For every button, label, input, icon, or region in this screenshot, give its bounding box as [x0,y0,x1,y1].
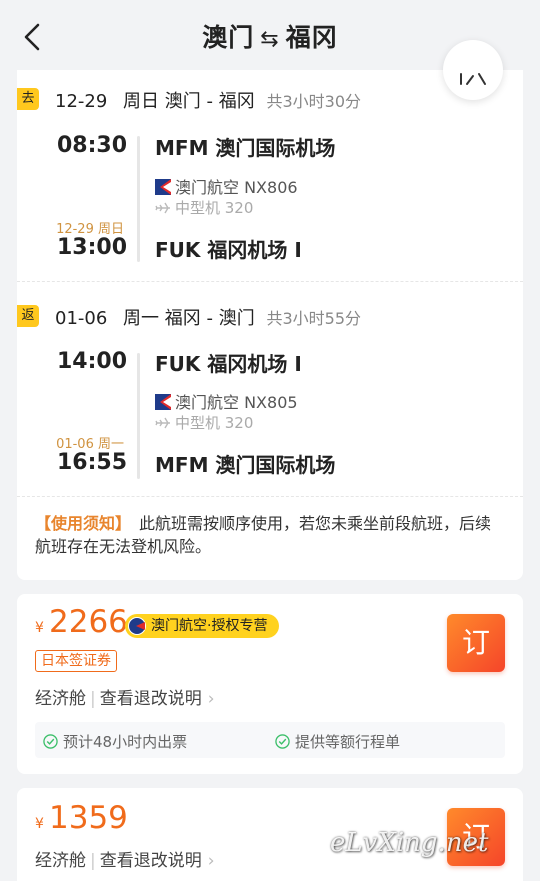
plane-icon [155,202,170,214]
chevron-right-icon: › [207,851,215,871]
badge-label: 澳门航空·授权专营 [151,618,268,634]
segment-summary: 12-29 周日 澳门 - 福冈 共3小时30分 [55,87,361,113]
segment-duration: 共3小时55分 [266,309,362,328]
cabin-row: 经济舱 | 查看退改说明 › [35,851,215,871]
airline-logo-icon [155,179,171,195]
arrival-airport: MFM 澳门国际机场 [155,453,336,477]
outbound-segment: 去 12-29 周日 澳门 - 福冈 共3小时30分 08:30 MFM 澳门国… [17,70,523,280]
return-tag: 返 [17,305,39,327]
airline-logo-icon [155,394,171,410]
aircraft-info: 中型机 320 [155,197,253,218]
currency-symbol: ¥ [35,816,44,832]
book-button[interactable]: 订 [447,614,505,672]
perk-label: 提供等额行程单 [295,733,401,751]
segment-date: 01-06 [55,308,108,329]
return-segment: 返 01-06 周一 福冈 - 澳门 共3小时55分 14:00 FUK 福冈机… [17,287,523,497]
segment-duration: 共3小时30分 [266,92,362,111]
timeline-line [137,136,140,262]
check-circle-icon [275,734,290,749]
cabin-class: 经济舱 [35,851,86,871]
cabin-class: 经济舱 [35,689,86,709]
refund-policy-link[interactable]: 查看退改说明 [100,689,202,709]
visa-coupon-tag: 日本签证券 [35,650,117,672]
notice-divider [17,496,523,497]
timeline-line [137,353,140,479]
round-trip-icon: ⇆ [260,27,280,52]
perk-label: 预计48小时内出票 [63,733,188,751]
aircraft-info: 中型机 320 [155,412,253,433]
check-circle-icon [43,734,58,749]
fare-offer-card[interactable]: ¥ 2266 澳门航空·授权专营 日本签证券 经济舱 | 查看退改说明 › 订 预计4… [17,594,523,774]
cabin-row: 经济舱 | 查看退改说明 › [35,689,215,709]
perk-item: 提供等额行程单 [275,731,400,752]
segment-route: 澳门 - 福冈 [164,91,255,112]
segment-route: 福冈 - 澳门 [164,308,255,329]
departure-time: 14:00 [56,349,127,374]
outbound-tag: 去 [17,88,39,110]
flight-number: 澳门航空 NX805 [175,393,298,412]
refund-policy-link[interactable]: 查看退改说明 [100,851,202,871]
origin-city: 澳门 [202,23,255,52]
chevron-right-icon: › [207,689,215,709]
currency-symbol: ¥ [35,620,44,636]
notice-title: 【使用须知】 [35,514,132,533]
arrival-time: 13:00 [56,235,127,260]
airline-logo-icon [128,617,146,635]
segment-date: 12-29 [55,91,108,112]
fare-price: 2266 [49,604,128,640]
authorized-badge: 澳门航空·授权专营 [125,614,280,638]
arrival-time: 16:55 [56,450,127,475]
aircraft-type: 中型机 320 [175,414,254,432]
usage-notice: 【使用须知】 此航班需按顺序使用，若您未乘坐前段航班，后续航班存在无法登机风险。 [35,512,505,558]
airline-info: 澳门航空 NX805 [155,389,298,413]
departure-airport: MFM 澳门国际机场 [155,136,336,160]
destination-city: 福冈 [285,23,338,52]
airline-info: 澳门航空 NX806 [155,174,298,198]
watermark: eLvXing.net [330,828,489,858]
plane-icon [155,417,170,429]
segment-divider [17,281,523,282]
perks-bar: 预计48小时内出票 提供等额行程单 [35,722,505,758]
segment-weekday: 周日 [123,91,160,112]
segment-summary: 01-06 周一 福冈 - 澳门 共3小时55分 [55,304,361,330]
departure-time: 08:30 [56,133,127,158]
aircraft-type: 中型机 320 [175,199,254,217]
segment-weekday: 周一 [123,308,160,329]
perk-item: 预计48小时内出票 [43,731,187,752]
fare-price: 1359 [49,800,128,836]
flight-detail-card: 去 12-29 周日 澳门 - 福冈 共3小时30分 08:30 MFM 澳门国… [17,40,523,580]
flight-number: 澳门航空 NX806 [175,178,298,197]
departure-airport: FUK 福冈机场 I [155,352,302,376]
arrival-airport: FUK 福冈机场 I [155,238,302,262]
